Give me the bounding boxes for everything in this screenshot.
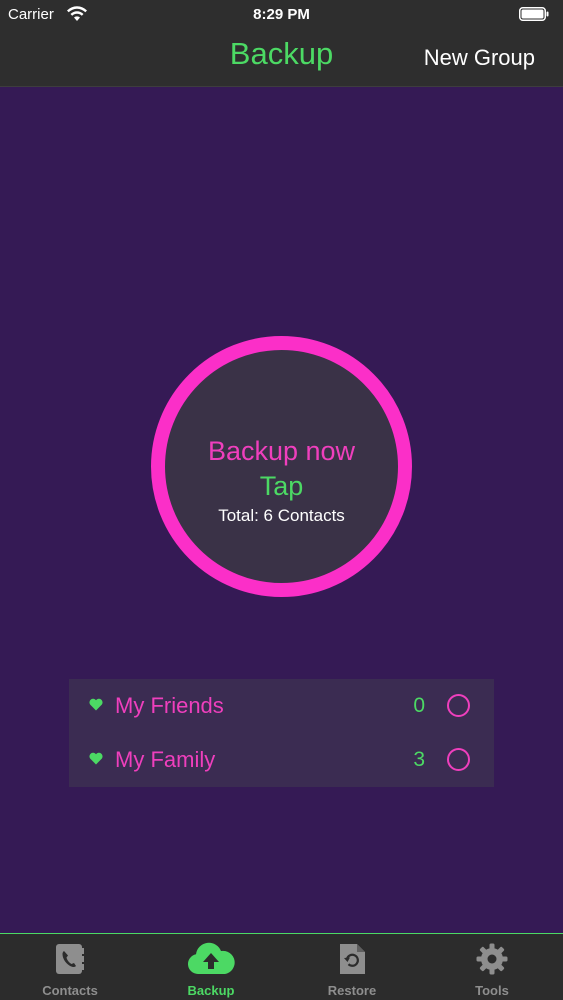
new-group-button[interactable]: New Group: [424, 45, 535, 71]
group-row-my-family[interactable]: My Family 3: [69, 733, 494, 787]
select-circle-icon[interactable]: [447, 694, 470, 717]
backup-now-button[interactable]: Backup now Tap Total: 6 Contacts: [151, 336, 412, 597]
navigation-header: Carrier 8:29 PM Backup New Group: [0, 0, 563, 87]
tab-tools[interactable]: Tools: [422, 934, 562, 1000]
backup-tap-label: Tap: [259, 471, 304, 501]
tab-bar: Contacts Backup Restore Tools: [0, 933, 563, 1000]
tab-label: Backup: [187, 983, 235, 998]
status-bar: Carrier 8:29 PM: [0, 0, 563, 30]
group-name: My Family: [115, 747, 216, 772]
heart-icon: [89, 752, 103, 765]
status-time: 8:29 PM: [253, 6, 310, 23]
group-row-my-friends[interactable]: My Friends 0: [69, 679, 494, 733]
group-count: 0: [413, 694, 425, 717]
gear-icon: [476, 943, 508, 975]
contacts-total: Total: 6 Contacts: [218, 506, 345, 525]
tab-label: Tools: [475, 983, 509, 998]
tab-restore[interactable]: Restore: [282, 934, 422, 1000]
cloud-upload-icon: [187, 942, 235, 974]
restore-document-icon: [340, 944, 365, 974]
backup-title: Backup now: [207, 436, 356, 466]
tab-label: Restore: [327, 983, 377, 998]
select-circle-icon[interactable]: [447, 748, 470, 771]
group-count: 3: [413, 748, 425, 771]
group-list: My Friends 0 My Family 3: [69, 679, 494, 787]
tab-backup[interactable]: Backup: [141, 934, 281, 1000]
battery-icon: [519, 7, 549, 21]
group-name: My Friends: [115, 693, 224, 718]
contacts-book-icon: [56, 944, 84, 974]
tab-contacts[interactable]: Contacts: [0, 934, 140, 1000]
tab-label: Contacts: [42, 983, 98, 998]
heart-icon: [89, 698, 103, 711]
